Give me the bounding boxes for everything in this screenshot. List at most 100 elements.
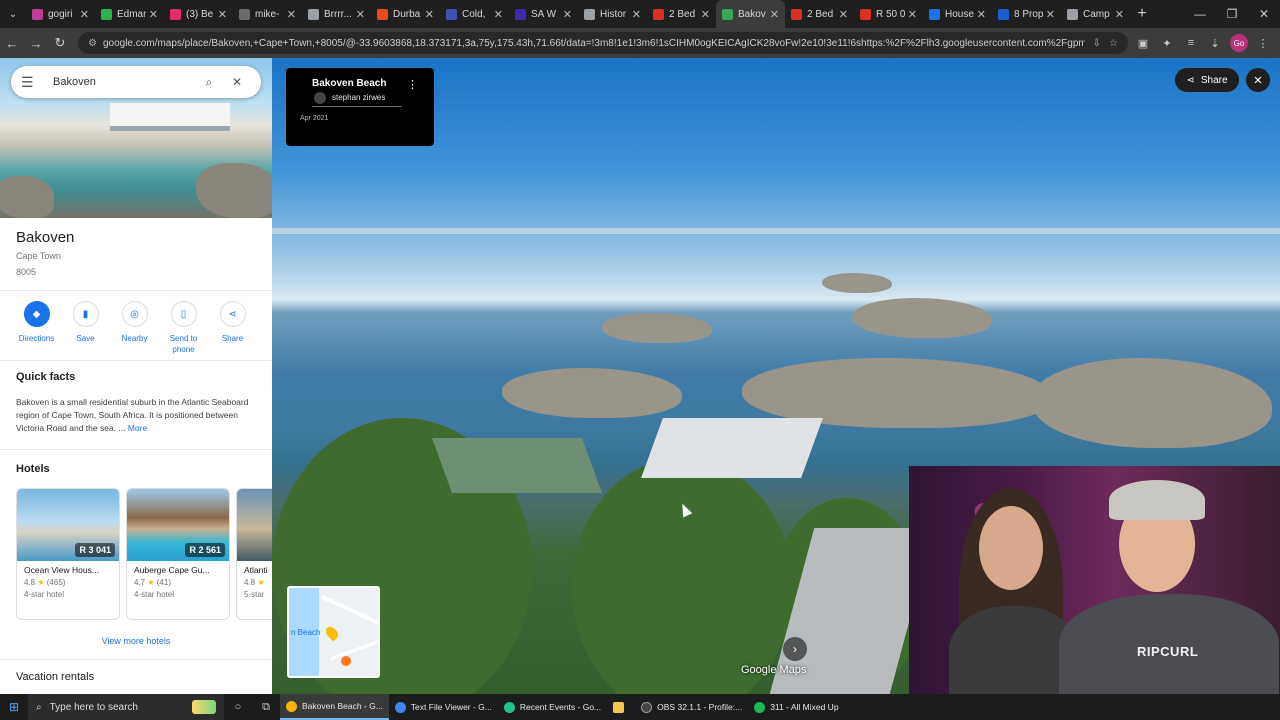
star-icon: ★	[147, 578, 155, 587]
close-icon[interactable]: ✕	[839, 8, 848, 21]
forward-icon[interactable]: →	[24, 36, 48, 51]
browser-tab[interactable]: House ✕	[923, 0, 992, 28]
close-photo-button[interactable]: ✕	[1246, 68, 1270, 92]
close-icon[interactable]: ✕	[218, 8, 227, 21]
browser-tab[interactable]: Durba ✕	[371, 0, 440, 28]
close-icon[interactable]: ✕	[1046, 8, 1055, 21]
browser-tab[interactable]: R 50 0 ✕	[854, 0, 923, 28]
browser-tab[interactable]: Camp ✕	[1061, 0, 1130, 28]
minimize-icon[interactable]: —	[1184, 7, 1216, 21]
taskbar-app[interactable]: Recent Events - Go...	[498, 694, 607, 720]
quick-facts-text: Bakoven is a small residential suburb in…	[16, 397, 249, 433]
window-close-icon[interactable]: ✕	[1248, 7, 1280, 21]
site-info-icon[interactable]: ⚙	[88, 38, 97, 49]
profile-avatar[interactable]: Go	[1230, 34, 1248, 52]
taskbar-search[interactable]: ⌕ Type here to search	[28, 694, 224, 720]
browser-tab[interactable]: Brrrr... ✕	[302, 0, 371, 28]
install-icon[interactable]: ⇩	[1093, 38, 1101, 49]
close-icon[interactable]: ✕	[770, 8, 779, 21]
close-icon[interactable]: ✕	[563, 8, 572, 21]
taskbar: ⊞ ⌕ Type here to search ○ ⧉ Bakoven Beac…	[0, 694, 1280, 720]
hero-rock	[0, 176, 54, 218]
tab-favicon	[998, 8, 1009, 20]
new-tab-icon[interactable]: +	[1130, 5, 1154, 23]
browser-tab[interactable]: 2 Bed ✕	[647, 0, 716, 28]
browser-tab[interactable]: SA W ✕	[509, 0, 578, 28]
playlist-icon[interactable]: ≡	[1182, 34, 1200, 52]
hotel-image: R 2 561	[127, 489, 229, 561]
photo-author[interactable]: stephan zirwes	[300, 92, 420, 104]
minimap-label: n Beach	[291, 628, 321, 637]
extension-icon[interactable]: ▣	[1134, 34, 1152, 52]
hotel-card[interactable]: R 2 561 Auberge Cape Gu... 4.7 ★ (41) 4-…	[126, 488, 230, 620]
taskbar-app[interactable]: Bakoven Beach - G...	[280, 694, 389, 720]
bookmark-icon: ▮	[72, 301, 99, 327]
tab-search-icon[interactable]: ⌄	[0, 0, 26, 28]
spotify-icon	[754, 701, 766, 713]
close-icon[interactable]: ✕	[494, 8, 503, 21]
close-icon[interactable]: ✕	[80, 8, 89, 21]
close-icon[interactable]: ✕	[149, 8, 158, 21]
browser-tab[interactable]: Cold, ✕	[440, 0, 509, 28]
close-icon[interactable]: ✕	[701, 8, 710, 21]
kebab-menu-icon[interactable]: ⋮	[1254, 34, 1272, 52]
hotel-name: Atlanti	[244, 565, 268, 575]
more-link[interactable]: More	[128, 423, 147, 433]
directions-button[interactable]: ◆ Directions	[12, 301, 61, 355]
browser-tab[interactable]: Edmar ✕	[95, 0, 164, 28]
back-icon[interactable]: ←	[0, 36, 24, 51]
star-icon: ★	[257, 578, 265, 587]
photo-share-button[interactable]: ⋖ Share	[1175, 68, 1239, 92]
search-input[interactable]: Bakoven	[45, 76, 195, 88]
close-icon[interactable]: ✕	[425, 8, 434, 21]
view-more-hotels-link[interactable]: View more hotels	[0, 636, 272, 646]
close-icon[interactable]: ✕	[287, 8, 296, 21]
place-city: Cape Town	[16, 251, 61, 261]
browser-tab[interactable]: 2 Bed ✕	[785, 0, 854, 28]
search-highlight-icon	[192, 700, 216, 714]
divider	[0, 290, 272, 291]
browser-tab[interactable]: gogiri ✕	[26, 0, 95, 28]
browser-tab[interactable]: mike- ✕	[233, 0, 302, 28]
hero-house-shape	[110, 103, 230, 131]
send-to-phone-button[interactable]: ▯ Send to phone	[159, 301, 208, 355]
share-button[interactable]: ⋖ Share	[208, 301, 257, 355]
cortana-icon[interactable]: ○	[224, 701, 252, 713]
clear-search-icon[interactable]: ✕	[223, 75, 251, 89]
close-icon[interactable]: ✕	[632, 8, 641, 21]
mini-map[interactable]: n Beach	[287, 586, 380, 678]
browser-tab[interactable]: (3) Be ✕	[164, 0, 233, 28]
more-options-icon[interactable]: ⋮	[407, 78, 418, 91]
nearby-button[interactable]: ◎ Nearby	[110, 301, 159, 355]
windows-start-icon[interactable]: ⊞	[0, 700, 28, 714]
save-button[interactable]: ▮ Save	[61, 301, 110, 355]
hotel-type: 5-star	[244, 590, 265, 599]
app-icon	[503, 701, 515, 713]
search-box[interactable]: ☰ Bakoven ⌕ ✕	[11, 66, 261, 98]
browser-tab[interactable]: 8 Prop ✕	[992, 0, 1061, 28]
restore-icon[interactable]: ❐	[1216, 7, 1248, 21]
hotel-card[interactable]: Atlanti 4.8 ★ 5-star	[236, 488, 272, 620]
downloads-icon[interactable]: ⇣	[1206, 34, 1224, 52]
next-photo-button[interactable]: ›	[783, 637, 807, 661]
taskbar-app[interactable]	[607, 694, 635, 720]
task-view-icon[interactable]: ⧉	[252, 701, 280, 714]
browser-tab-active[interactable]: Bakov ✕	[716, 0, 785, 28]
webcam-overlay: RIPCURL	[909, 466, 1280, 694]
url-input[interactable]: ⚙ google.com/maps/place/Bakoven,+Cape+To…	[78, 32, 1128, 54]
close-icon[interactable]: ✕	[908, 8, 917, 21]
bookmark-star-icon[interactable]: ☆	[1109, 38, 1118, 49]
close-icon[interactable]: ✕	[977, 8, 986, 21]
taskbar-app[interactable]: 311 - All Mixed Up	[748, 694, 844, 720]
hamburger-menu-icon[interactable]: ☰	[21, 74, 45, 91]
browser-tabstrip: ⌄ gogiri ✕ Edmar ✕ (3) Be ✕ mike- ✕ Brrrr...…	[0, 0, 1280, 28]
puzzle-icon[interactable]: ✦	[1158, 34, 1176, 52]
taskbar-app[interactable]: OBS 32.1.1 - Profile:...	[635, 694, 748, 720]
taskbar-app[interactable]: Text File Viewer - G...	[389, 694, 498, 720]
search-icon[interactable]: ⌕	[195, 75, 223, 90]
close-icon[interactable]: ✕	[1115, 8, 1124, 21]
hotel-card[interactable]: R 3 041 Ocean View Hous... 4.8 ★ (465) 4…	[16, 488, 120, 620]
browser-tab[interactable]: Histor ✕	[578, 0, 647, 28]
close-icon[interactable]: ✕	[356, 8, 365, 21]
reload-icon[interactable]: ↻	[48, 35, 72, 51]
